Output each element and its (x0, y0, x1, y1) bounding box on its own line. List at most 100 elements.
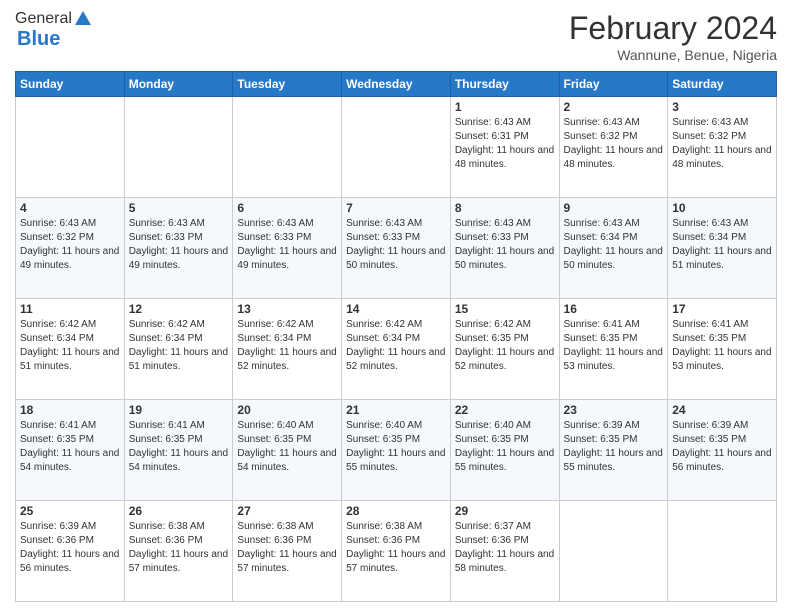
day-info: Sunrise: 6:42 AM Sunset: 6:34 PM Dayligh… (129, 318, 229, 374)
page: General Blue February 2024 Wannune, Benu… (0, 0, 792, 612)
day-info: Sunrise: 6:43 AM Sunset: 6:32 PM Dayligh… (20, 217, 120, 273)
day-number: 11 (20, 302, 120, 316)
calendar-cell: 8 Sunrise: 6:43 AM Sunset: 6:33 PM Daylig… (450, 198, 559, 299)
day-number: 29 (455, 504, 555, 518)
day-number: 3 (672, 100, 772, 114)
day-number: 19 (129, 403, 229, 417)
day-info: Sunrise: 6:41 AM Sunset: 6:35 PM Dayligh… (20, 419, 120, 475)
main-title: February 2024 (569, 10, 777, 47)
day-number: 5 (129, 201, 229, 215)
day-number: 18 (20, 403, 120, 417)
day-number: 12 (129, 302, 229, 316)
calendar-cell: 18 Sunrise: 6:41 AM Sunset: 6:35 PM Dayli… (16, 400, 125, 501)
day-number: 20 (237, 403, 337, 417)
day-number: 26 (129, 504, 229, 518)
calendar-cell: 6 Sunrise: 6:43 AM Sunset: 6:33 PM Daylig… (233, 198, 342, 299)
day-info: Sunrise: 6:43 AM Sunset: 6:33 PM Dayligh… (455, 217, 555, 273)
day-number: 28 (346, 504, 446, 518)
day-number: 9 (564, 201, 664, 215)
calendar-cell: 11 Sunrise: 6:42 AM Sunset: 6:34 PM Dayli… (16, 299, 125, 400)
day-info: Sunrise: 6:39 AM Sunset: 6:35 PM Dayligh… (672, 419, 772, 475)
calendar-cell: 24 Sunrise: 6:39 AM Sunset: 6:35 PM Dayli… (668, 400, 777, 501)
day-info: Sunrise: 6:40 AM Sunset: 6:35 PM Dayligh… (455, 419, 555, 475)
day-info: Sunrise: 6:41 AM Sunset: 6:35 PM Dayligh… (672, 318, 772, 374)
day-number: 6 (237, 201, 337, 215)
day-info: Sunrise: 6:43 AM Sunset: 6:31 PM Dayligh… (455, 116, 555, 172)
day-number: 14 (346, 302, 446, 316)
logo: General Blue (15, 10, 92, 51)
day-info: Sunrise: 6:43 AM Sunset: 6:33 PM Dayligh… (129, 217, 229, 273)
calendar-cell (124, 97, 233, 198)
day-info: Sunrise: 6:39 AM Sunset: 6:35 PM Dayligh… (564, 419, 664, 475)
day-info: Sunrise: 6:38 AM Sunset: 6:36 PM Dayligh… (237, 520, 337, 576)
calendar-cell: 15Sunrise: 6:42 AM Sunset: 6:35 PM Dayli… (450, 299, 559, 400)
calendar-header-cell: Thursday (450, 72, 559, 97)
day-info: Sunrise: 6:42 AM Sunset: 6:34 PM Dayligh… (20, 318, 120, 374)
calendar-week-row: 11 Sunrise: 6:42 AM Sunset: 6:34 PM Dayli… (16, 299, 777, 400)
calendar-header-cell: Tuesday (233, 72, 342, 97)
calendar-cell: 13Sunrise: 6:42 AM Sunset: 6:34 PM Dayli… (233, 299, 342, 400)
calendar-cell: 16Sunrise: 6:41 AM Sunset: 6:35 PM Dayli… (559, 299, 668, 400)
calendar-cell: 21Sunrise: 6:40 AM Sunset: 6:35 PM Dayli… (342, 400, 451, 501)
calendar-cell: 29 Sunrise: 6:37 AM Sunset: 6:36 PM Dayli… (450, 501, 559, 602)
day-number: 27 (237, 504, 337, 518)
calendar-cell (233, 97, 342, 198)
calendar-cell: 20 Sunrise: 6:40 AM Sunset: 6:35 PM Dayli… (233, 400, 342, 501)
calendar-cell: 12 Sunrise: 6:42 AM Sunset: 6:34 PM Dayli… (124, 299, 233, 400)
day-number: 4 (20, 201, 120, 215)
logo-triangle-icon (74, 10, 92, 28)
logo-general-text: General (15, 10, 72, 28)
calendar-week-row: 1 Sunrise: 6:43 AM Sunset: 6:31 PM Daylig… (16, 97, 777, 198)
title-section: February 2024 Wannune, Benue, Nigeria (569, 10, 777, 63)
day-info: Sunrise: 6:43 AM Sunset: 6:33 PM Dayligh… (237, 217, 337, 273)
calendar-cell: 27 Sunrise: 6:38 AM Sunset: 6:36 PM Dayli… (233, 501, 342, 602)
calendar-cell: 14Sunrise: 6:42 AM Sunset: 6:34 PM Dayli… (342, 299, 451, 400)
day-info: Sunrise: 6:43 AM Sunset: 6:32 PM Dayligh… (672, 116, 772, 172)
calendar-week-row: 18 Sunrise: 6:41 AM Sunset: 6:35 PM Dayli… (16, 400, 777, 501)
calendar-header-cell: Wednesday (342, 72, 451, 97)
calendar-header-cell: Monday (124, 72, 233, 97)
calendar-cell: 17 Sunrise: 6:41 AM Sunset: 6:35 PM Dayli… (668, 299, 777, 400)
calendar-week-row: 25 Sunrise: 6:39 AM Sunset: 6:36 PM Dayli… (16, 501, 777, 602)
day-number: 1 (455, 100, 555, 114)
day-number: 22 (455, 403, 555, 417)
day-info: Sunrise: 6:43 AM Sunset: 6:34 PM Dayligh… (564, 217, 664, 273)
calendar-header-cell: Sunday (16, 72, 125, 97)
calendar-cell: 10Sunrise: 6:43 AM Sunset: 6:34 PM Dayli… (668, 198, 777, 299)
calendar-cell (342, 97, 451, 198)
day-number: 24 (672, 403, 772, 417)
day-number: 10 (672, 201, 772, 215)
day-number: 16 (564, 302, 664, 316)
day-number: 2 (564, 100, 664, 114)
calendar-cell: 22 Sunrise: 6:40 AM Sunset: 6:35 PM Dayli… (450, 400, 559, 501)
day-info: Sunrise: 6:40 AM Sunset: 6:35 PM Dayligh… (346, 419, 446, 475)
calendar-header-cell: Friday (559, 72, 668, 97)
calendar-cell (668, 501, 777, 602)
calendar-week-row: 4 Sunrise: 6:43 AM Sunset: 6:32 PM Daylig… (16, 198, 777, 299)
calendar-cell: 23 Sunrise: 6:39 AM Sunset: 6:35 PM Dayli… (559, 400, 668, 501)
day-info: Sunrise: 6:40 AM Sunset: 6:35 PM Dayligh… (237, 419, 337, 475)
calendar-header-row: SundayMondayTuesdayWednesdayThursdayFrid… (16, 72, 777, 97)
day-info: Sunrise: 6:42 AM Sunset: 6:34 PM Dayligh… (237, 318, 337, 374)
day-info: Sunrise: 6:42 AM Sunset: 6:35 PM Dayligh… (455, 318, 555, 374)
subtitle: Wannune, Benue, Nigeria (569, 47, 777, 63)
day-number: 23 (564, 403, 664, 417)
day-info: Sunrise: 6:38 AM Sunset: 6:36 PM Dayligh… (129, 520, 229, 576)
logo-blue-text: Blue (17, 28, 60, 51)
calendar-cell: 9 Sunrise: 6:43 AM Sunset: 6:34 PM Daylig… (559, 198, 668, 299)
calendar-cell: 25 Sunrise: 6:39 AM Sunset: 6:36 PM Dayli… (16, 501, 125, 602)
day-number: 25 (20, 504, 120, 518)
calendar-cell: 4 Sunrise: 6:43 AM Sunset: 6:32 PM Daylig… (16, 198, 125, 299)
calendar-header: SundayMondayTuesdayWednesdayThursdayFrid… (16, 72, 777, 97)
day-number: 7 (346, 201, 446, 215)
day-info: Sunrise: 6:38 AM Sunset: 6:36 PM Dayligh… (346, 520, 446, 576)
calendar-cell (16, 97, 125, 198)
day-number: 17 (672, 302, 772, 316)
day-info: Sunrise: 6:37 AM Sunset: 6:36 PM Dayligh… (455, 520, 555, 576)
day-info: Sunrise: 6:39 AM Sunset: 6:36 PM Dayligh… (20, 520, 120, 576)
calendar-cell: 2Sunrise: 6:43 AM Sunset: 6:32 PM Daylig… (559, 97, 668, 198)
day-number: 8 (455, 201, 555, 215)
calendar-cell: 5 Sunrise: 6:43 AM Sunset: 6:33 PM Daylig… (124, 198, 233, 299)
calendar-cell: 1 Sunrise: 6:43 AM Sunset: 6:31 PM Daylig… (450, 97, 559, 198)
day-info: Sunrise: 6:41 AM Sunset: 6:35 PM Dayligh… (129, 419, 229, 475)
